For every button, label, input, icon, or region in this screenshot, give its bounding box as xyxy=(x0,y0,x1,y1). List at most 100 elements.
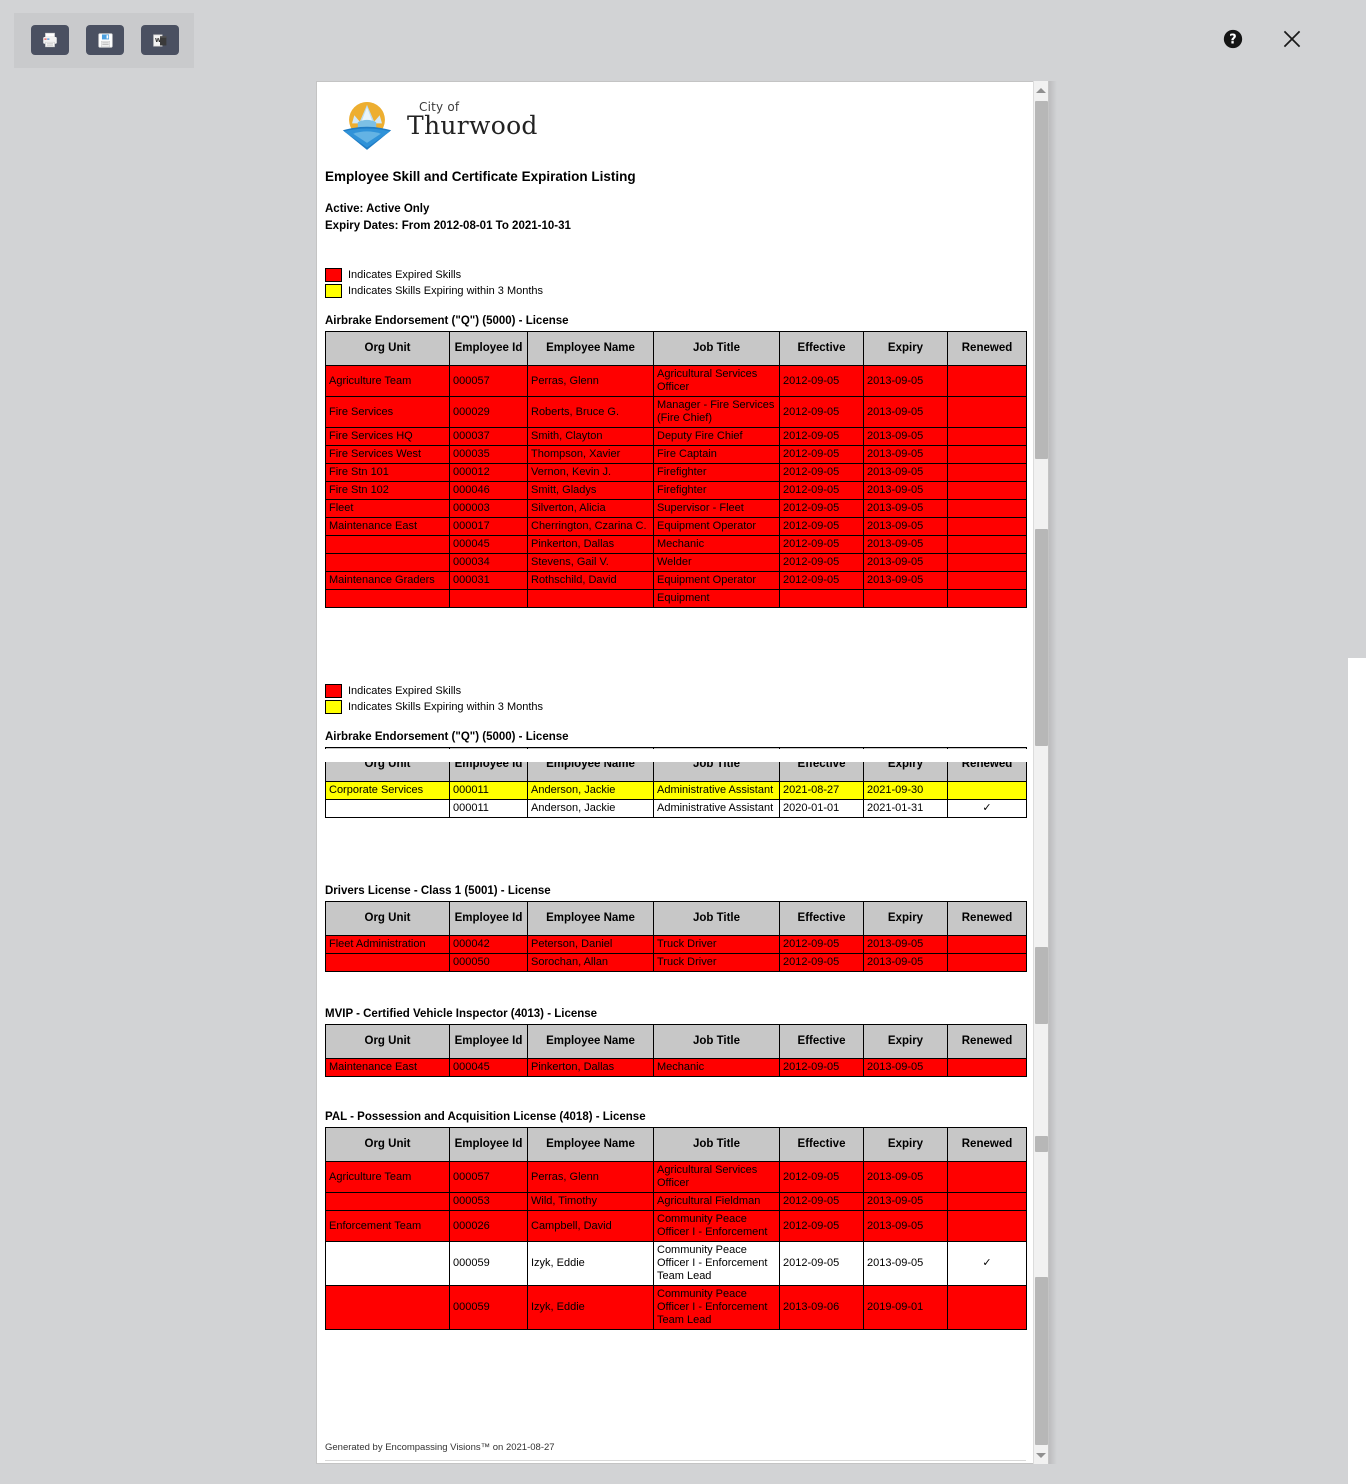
org-unit-cell: Fire Services HQ xyxy=(325,427,450,446)
employee-id-cell: 000059 xyxy=(449,1285,528,1330)
filter-expiry-dates: Expiry Dates: From 2012-08-01 To 2021-10… xyxy=(325,220,571,232)
scrollbar-thumb[interactable] xyxy=(1035,101,1048,459)
help-button[interactable]: ? xyxy=(1222,28,1244,50)
col-employee-name: Employee Name xyxy=(527,331,654,366)
legend-warning-label-2: Indicates Skills Expiring within 3 Month… xyxy=(348,701,544,713)
section-title-airbrake-1: Airbrake Endorsement ("Q") (5000) - Lice… xyxy=(325,315,569,327)
job-title-cell: Truck Driver xyxy=(653,953,780,972)
export-word-button[interactable]: W xyxy=(141,25,179,55)
org-unit-cell: Maintenance East xyxy=(325,517,450,536)
job-title-cell: Administrative Assistant xyxy=(653,799,780,818)
report-viewer: City of Thurwood Employee Skill and Cert… xyxy=(316,81,1049,1464)
city-wordmark: City of Thurwood xyxy=(407,100,607,140)
scrollbar-thumb[interactable] xyxy=(1035,1277,1048,1445)
vertical-scrollbar[interactable] xyxy=(1033,81,1048,1464)
employee-name-cell: Anderson, Jackie xyxy=(527,781,654,800)
legend-warning-row: Indicates Skills Expiring within 3 Month… xyxy=(325,283,543,299)
col-employee-id: Employee Id xyxy=(449,331,528,366)
job-title-cell: Firefighter xyxy=(653,463,780,482)
table-row: Fire Stn 102 000046 Smitt, Gladys Firefight… xyxy=(325,481,1027,500)
employee-name-cell: Smith, Clayton xyxy=(527,427,654,446)
close-button[interactable] xyxy=(1279,26,1305,52)
print-button[interactable] xyxy=(31,25,69,55)
effective-cell: 2012-09-05 xyxy=(779,935,864,954)
table-row: 000059 Izyk, Eddie Community Peace Officer… xyxy=(325,1285,1027,1330)
effective-cell: 2012-09-05 xyxy=(779,499,864,518)
expiry-cell: 2013-09-05 xyxy=(863,935,948,954)
table-body: Corporate Services 000011 Anderson, Jackie… xyxy=(325,781,1027,818)
job-title-cell: Fire Captain xyxy=(653,445,780,464)
viewer-edge-shadow xyxy=(1049,81,1057,1464)
page-title: Employee Skill and Certificate Expiratio… xyxy=(325,169,636,184)
org-unit-cell: Corporate Services xyxy=(325,781,450,800)
footer-divider xyxy=(325,1460,1026,1461)
org-unit-cell xyxy=(325,1241,450,1286)
org-unit-cell: Maintenance East xyxy=(325,1058,450,1077)
col-renewed: Renewed xyxy=(947,331,1027,366)
col-employee-id: Employee Id xyxy=(449,901,528,936)
renewed-cell xyxy=(947,781,1027,800)
table-row: Maintenance East 000045 Pinkerton, Dallas M… xyxy=(325,1058,1027,1077)
effective-cell: 2021-08-27 xyxy=(779,781,864,800)
print-icon xyxy=(43,32,57,48)
col-employee-name: Employee Name xyxy=(527,1127,654,1162)
employee-id-cell: 000057 xyxy=(449,1161,528,1193)
renewed-cell xyxy=(947,1192,1027,1211)
job-title-cell: Manager - Fire Services (Fire Chief) xyxy=(653,396,780,428)
expiry-cell: 2013-09-05 xyxy=(863,1210,948,1242)
job-title-cell: Mechanic xyxy=(653,535,780,554)
job-title-cell: Community Peace Officer I - Enforcement … xyxy=(653,1285,780,1330)
section-title-mvip: MVIP - Certified Vehicle Inspector (4013… xyxy=(325,1008,598,1020)
renewed-cell xyxy=(947,553,1027,572)
col-employee-name: Employee Name xyxy=(527,1024,654,1059)
job-title-cell: Supervisor - Fleet xyxy=(653,499,780,518)
employee-id-cell: 000011 xyxy=(449,799,528,818)
renewed-cell xyxy=(947,396,1027,428)
report-page: City of Thurwood Employee Skill and Cert… xyxy=(317,82,1033,1463)
job-title-cell: Agricultural Fieldman xyxy=(653,1192,780,1211)
employee-name-cell: Perras, Glenn xyxy=(527,1161,654,1193)
table-row: Equipment xyxy=(325,589,1027,608)
job-title-cell: Equipment Operator xyxy=(653,517,780,536)
col-renewed: Renewed xyxy=(947,1024,1027,1059)
table-body: Maintenance East 000045 Pinkerton, Dallas M… xyxy=(325,1058,1027,1077)
word-document-icon: W xyxy=(153,33,167,47)
renewed-cell: ✓ xyxy=(947,1241,1027,1286)
employee-name-cell: Silverton, Alicia xyxy=(527,499,654,518)
effective-cell: 2012-09-05 xyxy=(779,553,864,572)
expiry-cell: 2013-09-05 xyxy=(863,445,948,464)
employee-id-cell: 000029 xyxy=(449,396,528,428)
table-row: 000034 Stevens, Gail V. Welder 2012-09-05 20… xyxy=(325,553,1027,572)
col-job-title: Job Title xyxy=(653,331,780,366)
scroll-up-arrow-icon[interactable] xyxy=(1034,83,1048,97)
org-unit-cell: Enforcement Team xyxy=(325,1210,450,1242)
scroll-down-arrow-icon[interactable] xyxy=(1034,1448,1048,1462)
scrollbar-thumb[interactable] xyxy=(1035,529,1048,746)
org-unit-cell xyxy=(325,1192,450,1211)
renewed-cell xyxy=(947,571,1027,590)
effective-cell: 2012-09-05 xyxy=(779,953,864,972)
section-title-drivers-license: Drivers License - Class 1 (5001) - Licen… xyxy=(325,885,551,897)
table-row: Fire Services West 000035 Thompson, Xavier… xyxy=(325,445,1027,464)
scrollbar-thumb[interactable] xyxy=(1035,947,1048,1024)
effective-cell: 2012-09-05 xyxy=(779,1058,864,1077)
scrollbar-thumb[interactable] xyxy=(1035,1136,1048,1152)
expiry-cell xyxy=(863,589,948,608)
table-header-row: Org Unit Employee Id Employee Name Job T… xyxy=(325,331,1027,366)
renewed-cell xyxy=(947,1210,1027,1242)
employee-id-cell: 000034 xyxy=(449,553,528,572)
save-button[interactable] xyxy=(86,25,124,55)
legend-warning-row-2: Indicates Skills Expiring within 3 Month… xyxy=(325,699,543,715)
expiry-cell: 2013-09-05 xyxy=(863,427,948,446)
renewed-cell xyxy=(947,1285,1027,1330)
expiry-cell: 2013-09-05 xyxy=(863,365,948,397)
renewed-cell xyxy=(947,365,1027,397)
org-unit-cell: Agriculture Team xyxy=(325,1161,450,1193)
col-effective: Effective xyxy=(779,901,864,936)
org-unit-cell: Agriculture Team xyxy=(325,365,450,397)
effective-cell: 2012-09-05 xyxy=(779,1210,864,1242)
table-row: Fire Stn 101 000012 Vernon, Kevin J. Firefi… xyxy=(325,463,1027,482)
table-row: Agriculture Team 000057 Perras, Glenn Agric… xyxy=(325,1161,1027,1193)
col-job-title: Job Title xyxy=(653,1127,780,1162)
renewed-cell xyxy=(947,445,1027,464)
